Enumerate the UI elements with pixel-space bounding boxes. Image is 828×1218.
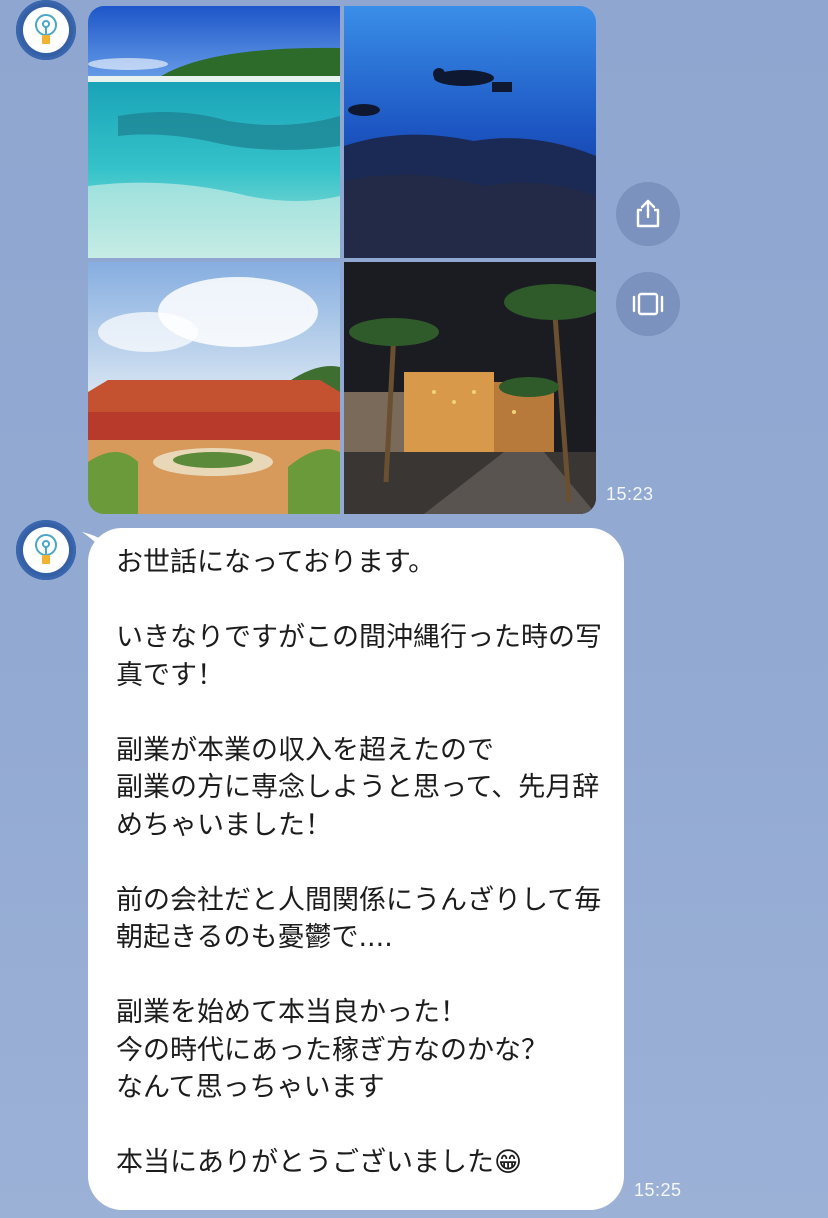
lightbulb-icon <box>35 14 57 44</box>
text-message-body: お世話になっております。 いきなりですがこの間沖縄行った時の写真です！ 副業が本… <box>116 547 602 1178</box>
gallery-icon <box>632 292 664 316</box>
share-button[interactable] <box>616 182 680 246</box>
sender-avatar[interactable] <box>16 0 76 60</box>
photo-museum[interactable] <box>88 262 340 514</box>
photo-grid[interactable] <box>88 6 596 514</box>
lightbulb-icon <box>35 534 57 564</box>
photo-night-street[interactable] <box>344 262 596 514</box>
photo-diving[interactable] <box>344 6 596 258</box>
image-message-time: 15:23 <box>606 484 654 504</box>
share-icon <box>636 199 660 228</box>
photo-beach[interactable] <box>88 6 340 258</box>
avatar-inner <box>23 527 69 573</box>
avatar-inner <box>23 7 69 53</box>
text-message-time: 15:25 <box>634 1180 682 1200</box>
sender-avatar[interactable] <box>16 520 76 580</box>
album-button[interactable] <box>616 272 680 336</box>
